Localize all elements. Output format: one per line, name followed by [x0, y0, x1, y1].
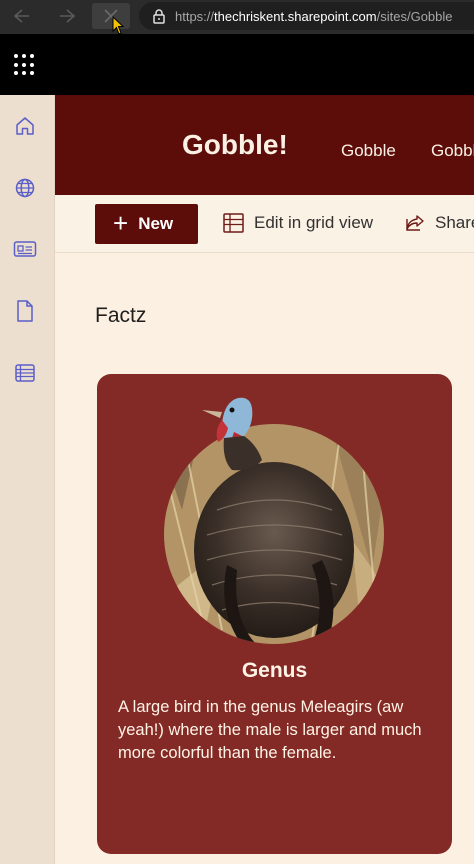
address-bar[interactable]: https://thechriskent.sharepoint.com/site…: [139, 2, 474, 30]
arrow-right-icon: [60, 9, 76, 23]
nav-link-gobble-2[interactable]: Gobble: [431, 141, 474, 161]
site-title[interactable]: Gobble!: [182, 129, 288, 161]
card-body: A large bird in the genus Meleagirs (aw …: [118, 698, 422, 762]
new-button[interactable]: + New: [95, 204, 198, 244]
globe-icon[interactable]: [13, 176, 37, 200]
forward-button[interactable]: [54, 3, 80, 29]
fact-card[interactable]: Genus A large bird in the genus Meleagir…: [97, 374, 452, 854]
edit-grid-view-label: Edit in grid view: [254, 213, 374, 232]
card-title: Genus: [241, 659, 308, 682]
command-bar: + New Edit in grid view Share: [55, 195, 474, 253]
home-icon[interactable]: [13, 114, 37, 138]
news-icon[interactable]: [13, 237, 37, 261]
app-launcher-icon[interactable]: [14, 54, 36, 76]
url-host: thechriskent.sharepoint.com: [214, 8, 377, 24]
suite-bar: [0, 34, 474, 95]
grid-icon: [223, 213, 244, 233]
document-icon[interactable]: [13, 299, 37, 323]
arrow-left-icon: [13, 9, 29, 23]
site-header: Gobble! Gobble Gobble: [55, 95, 474, 195]
browser-toolbar: https://thechriskent.sharepoint.com/site…: [0, 0, 474, 35]
list-icon[interactable]: [13, 361, 37, 385]
url-text: https://thechriskent.sharepoint.com/site…: [175, 9, 453, 24]
lock-icon: [153, 8, 165, 24]
section-title: Factz: [95, 304, 147, 327]
share-label: Share: [435, 213, 474, 232]
turkey-image: [164, 397, 384, 644]
page-content: Factz Genus A large bird in the genus Me…: [55, 253, 474, 864]
app-bar: [0, 95, 55, 864]
url-path: /sites/Gobble: [376, 8, 453, 24]
edit-grid-view-button[interactable]: Edit in grid view: [223, 213, 373, 233]
share-icon: [406, 215, 424, 231]
url-scheme: https://: [175, 8, 215, 24]
mouse-cursor-icon: [112, 16, 125, 35]
plus-icon: +: [113, 207, 129, 238]
share-button[interactable]: Share: [405, 213, 474, 233]
back-button[interactable]: [9, 3, 35, 29]
nav-link-gobble[interactable]: Gobble: [341, 141, 396, 161]
new-button-label: New: [138, 214, 174, 233]
